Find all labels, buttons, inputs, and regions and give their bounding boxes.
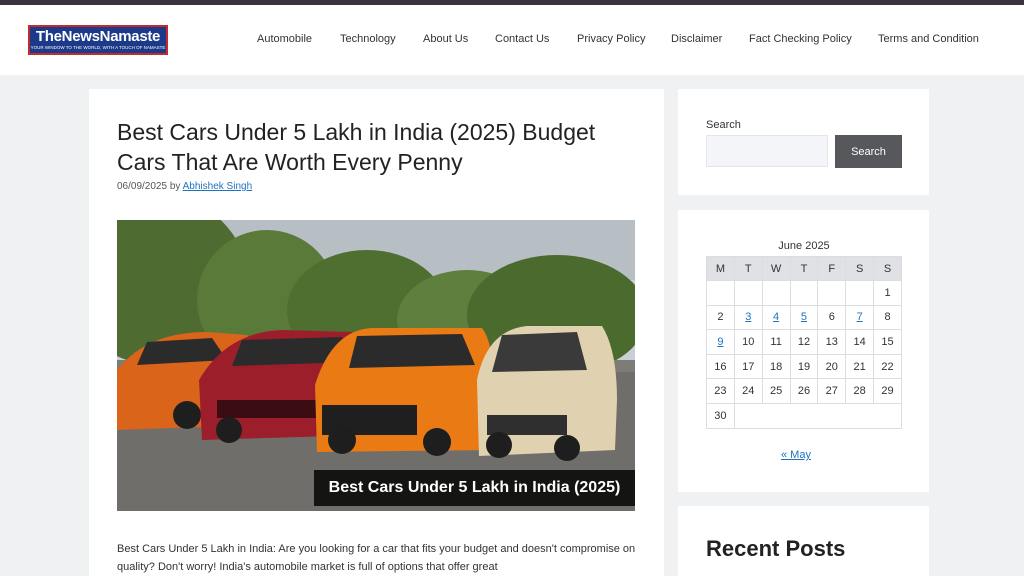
calendar-week-row: 30 [706,402,903,429]
article-intro: Best Cars Under 5 Lakh in India: Are you… [117,543,636,573]
logo-tagline: YOUR WINDOW TO THE WORLD, WITH A TOUCH O… [30,45,166,50]
logo-wordmark: TheNewsNamaste [35,28,161,45]
calendar-day: 24 [733,378,763,404]
calendar-day: 30 [706,402,735,429]
calendar-day: 25 [761,378,791,404]
calendar-day: 13 [817,329,847,355]
car-orange-spresso [315,328,495,456]
calendar-day: 22 [873,353,902,380]
nav-automobile[interactable]: Automobile [257,33,312,45]
car-beige [477,326,617,461]
recent-posts-title: Recent Posts [706,536,846,561]
calendar-week-row: 16 17 18 19 20 21 22 [706,353,902,380]
nav-technology[interactable]: Technology [340,33,396,45]
search-widget: Search Search [678,89,929,195]
calendar-weekday: F [817,256,847,281]
article-by: by [169,181,181,192]
nav-contact-us[interactable]: Contact Us [495,33,549,45]
calendar-weekday: T [733,256,763,281]
calendar-day: 12 [789,329,819,355]
article-meta: 06/09/2025 by Abhishek Singh [117,181,252,192]
calendar-day: 20 [817,353,847,380]
calendar-weekday: M [706,256,735,281]
hero-illustration [117,220,635,511]
calendar-empty-cell [845,280,875,306]
calendar-day: 17 [733,353,763,380]
article-date: 06/09/2025 [117,181,168,192]
hero-image: Best Cars Under 5 Lakh in India (2025) [117,220,635,511]
calendar-day: 1 [873,280,902,306]
calendar-empty-cell [733,280,763,306]
calendar-weekday: S [873,256,902,281]
calendar-day: 6 [817,304,847,331]
site-logo[interactable]: TheNewsNamaste YOUR WINDOW TO THE WORLD,… [28,25,168,55]
calendar-widget: June 2025 MTWTFSS 1 2 3 4 5 6 7 8 9 10 11 12 13 14 15 1… [678,210,929,492]
calendar-day: 16 [706,353,735,380]
calendar-day: 8 [873,304,902,331]
nav-fact-checking-policy[interactable]: Fact Checking Policy [749,33,852,45]
calendar-empty-cell [761,280,791,306]
calendar-weekday-row: MTWTFSS [706,256,902,281]
calendar-caption: June 2025 [778,240,830,252]
search-button[interactable]: Search [835,135,902,168]
nav-disclaimer[interactable]: Disclaimer [671,33,722,45]
calendar-empty-cell [817,280,847,306]
nav-privacy-policy[interactable]: Privacy Policy [577,33,645,45]
hero-caption: Best Cars Under 5 Lakh in India (2025) [314,470,635,506]
calendar-weekday: T [789,256,819,281]
calendar-day: 19 [789,353,819,380]
main-nav: Automobile Technology About Us Contact U… [250,5,1000,75]
calendar-table: MTWTFSS 1 2 3 4 5 6 7 8 9 10 11 12 13 14 15 16 17 18 19 20 2… [706,256,903,429]
calendar-day[interactable]: 7 [845,304,875,331]
calendar-day[interactable]: 9 [706,329,735,355]
calendar-day: 11 [761,329,791,355]
recent-posts-widget: Recent Posts [678,506,929,576]
calendar-empty-cell [706,280,735,306]
calendar-weekday: W [761,256,791,281]
calendar-week-row: 9 10 11 12 13 14 15 [706,329,902,355]
author-link[interactable]: Abhishek Singh [183,181,253,192]
calendar-day[interactable]: 4 [761,304,791,331]
calendar-prev-month-link[interactable]: « May [781,449,811,461]
search-input[interactable] [706,135,828,167]
calendar-day: 10 [733,329,763,355]
article-card: Best Cars Under 5 Lakh in India (2025) B… [89,89,664,576]
calendar-day: 26 [789,378,819,404]
calendar-day: 27 [817,378,847,404]
calendar-weekday: S [845,256,875,281]
calendar-day: 2 [706,304,735,331]
calendar-day[interactable]: 3 [733,304,763,331]
calendar-day: 18 [761,353,791,380]
calendar-day: 28 [845,378,875,404]
calendar-day: 14 [845,329,875,355]
search-label: Search [706,119,741,131]
calendar-week-row: 2345678 [706,304,902,331]
calendar-week-row: 23 24 25 26 27 28 29 [706,378,902,404]
calendar-day: 21 [845,353,875,380]
calendar-day: 23 [706,378,735,404]
calendar-pad-cell [733,402,903,429]
nav-about-us[interactable]: About Us [423,33,468,45]
calendar-day: 15 [873,329,902,355]
site-header: TheNewsNamaste YOUR WINDOW TO THE WORLD,… [0,5,1024,75]
calendar-day[interactable]: 5 [789,304,819,331]
calendar-empty-cell [789,280,819,306]
article-title: Best Cars Under 5 Lakh in India (2025) B… [117,119,596,175]
calendar-week-row: 1 [706,280,902,306]
calendar-day: 29 [873,378,902,404]
nav-terms-and-condition[interactable]: Terms and Condition [878,33,979,45]
